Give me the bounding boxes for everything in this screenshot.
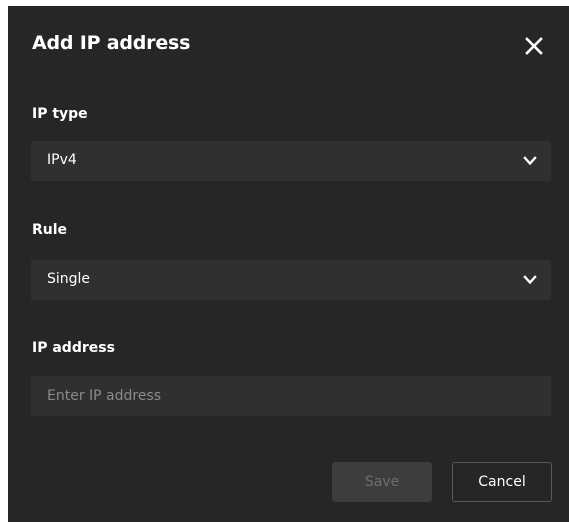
ip-address-input[interactable]: [31, 376, 551, 416]
dialog-title: Add IP address: [32, 32, 191, 54]
ip-address-label: IP address: [32, 340, 115, 356]
rule-select[interactable]: Single: [31, 260, 551, 300]
rule-selected-value: Single: [47, 271, 91, 287]
add-ip-address-dialog: Add IP address IP type IPv4 Rule Single …: [8, 6, 569, 522]
chevron-down-icon: [523, 156, 537, 166]
close-button[interactable]: [520, 32, 548, 60]
chevron-down-icon: [523, 275, 537, 285]
cancel-button[interactable]: Cancel: [452, 462, 552, 502]
close-icon: [525, 37, 543, 55]
ip-type-label: IP type: [32, 106, 88, 122]
rule-label: Rule: [32, 222, 68, 238]
ip-type-select[interactable]: IPv4: [31, 141, 551, 181]
ip-type-selected-value: IPv4: [47, 152, 77, 168]
save-button[interactable]: Save: [332, 462, 432, 502]
